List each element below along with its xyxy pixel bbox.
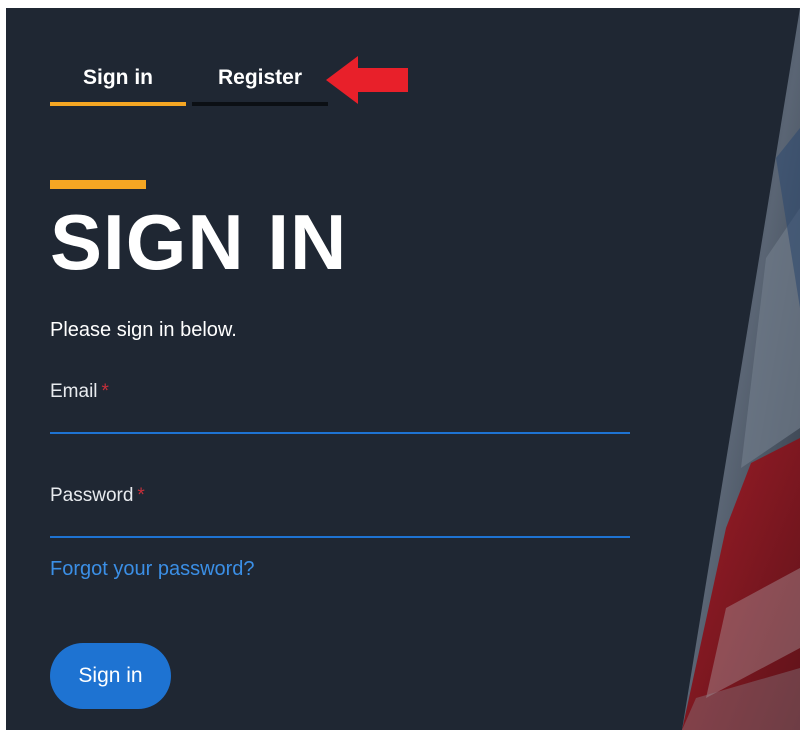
email-input[interactable] [50, 412, 630, 434]
password-input[interactable] [50, 516, 630, 538]
background-photo [682, 8, 800, 730]
tab-sign-in-label: Sign in [83, 66, 153, 89]
signin-panel: Sign in Register SIGN IN Please sign in … [6, 8, 800, 730]
tab-sign-in[interactable]: Sign in [50, 60, 186, 106]
auth-tabs: Sign in Register [50, 60, 328, 106]
sign-in-button[interactable]: Sign in [50, 643, 171, 709]
title-accent-bar [50, 180, 146, 189]
password-label-text: Password [50, 485, 134, 506]
forgot-password-link[interactable]: Forgot your password? [50, 558, 255, 581]
email-label: Email * [50, 378, 630, 406]
tab-register[interactable]: Register [192, 60, 328, 106]
required-marker: * [137, 485, 145, 506]
red-arrow-icon [326, 56, 408, 104]
email-label-text: Email [50, 381, 98, 402]
password-label: Password * [50, 482, 630, 510]
email-field: Email * [50, 378, 630, 434]
tab-register-label: Register [217, 66, 303, 89]
intro-text: Please sign in below. [50, 319, 237, 341]
page-title: SIGN IN [50, 198, 348, 286]
required-marker: * [101, 381, 109, 402]
password-field: Password * [50, 482, 630, 538]
